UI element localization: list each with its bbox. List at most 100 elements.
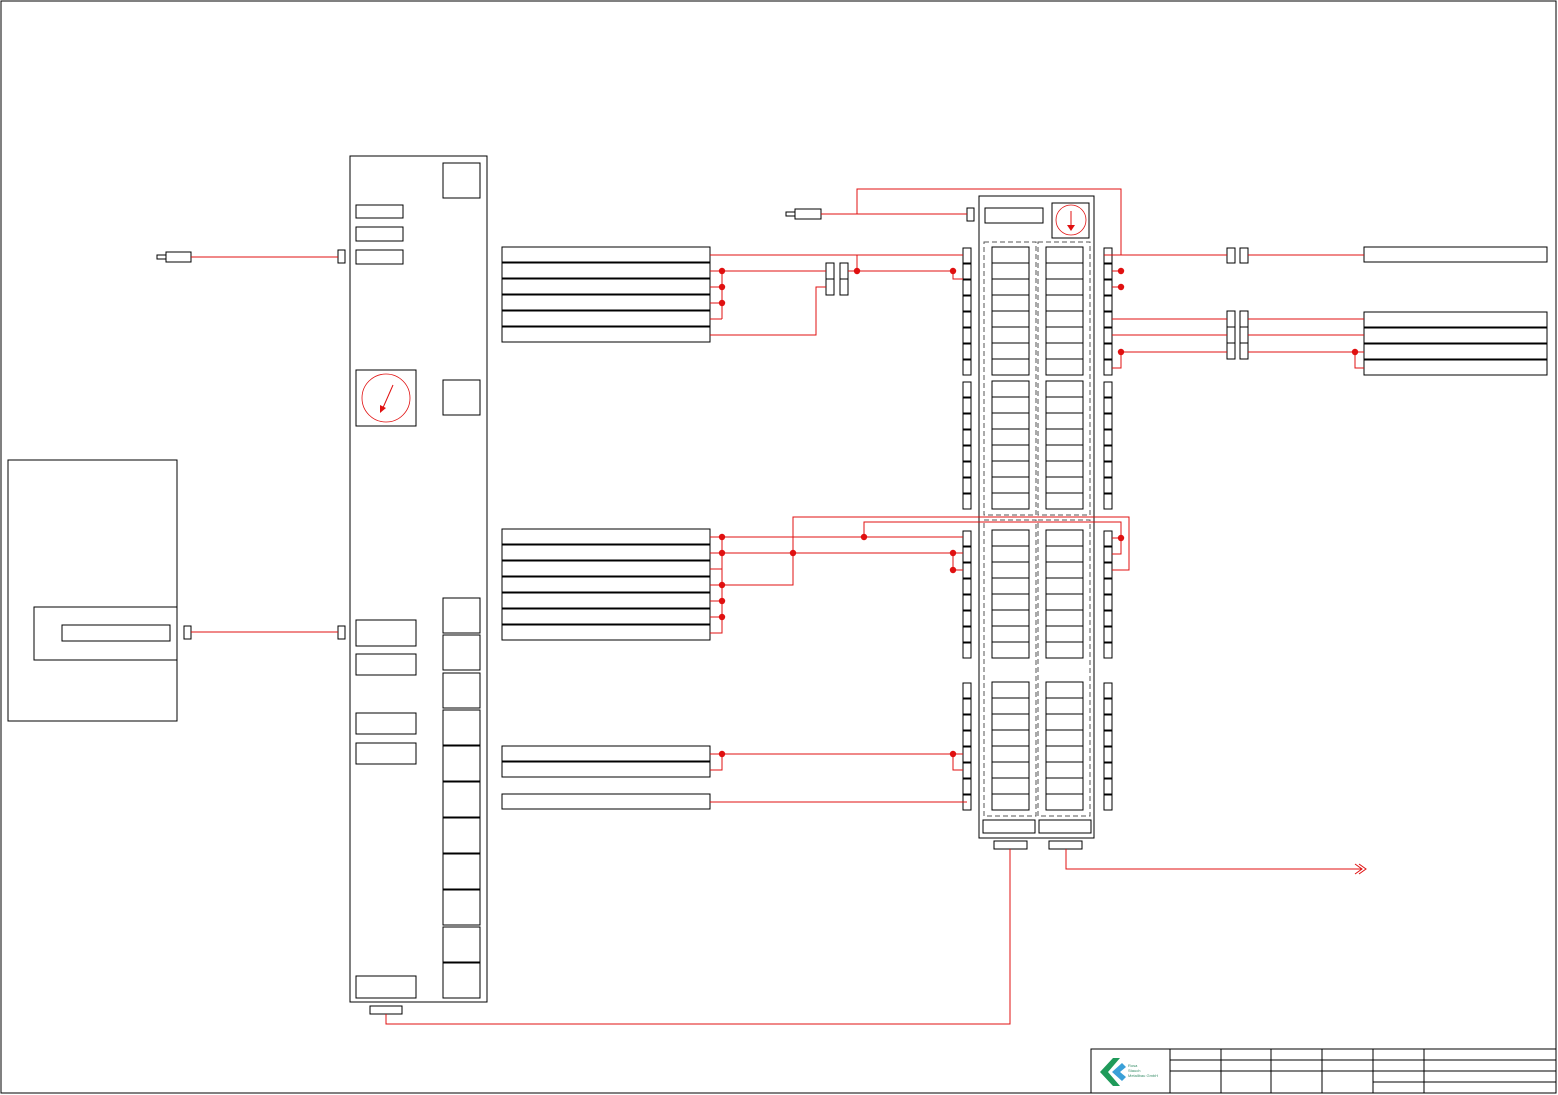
terminal-block [1103,381,1113,398]
module-cell [1045,577,1084,595]
terminal-block [962,397,972,414]
terminal-block [962,562,972,579]
terminal-block [1103,562,1113,579]
terminal-block [962,461,972,478]
wiring [191,188,1364,1025]
module-cell [1045,681,1084,699]
module-cell [1045,609,1084,627]
terminal-block [1103,477,1113,494]
terminal-block [962,493,972,510]
title-block [1090,1048,1557,1094]
terminal-block [962,546,972,563]
module-cell [1045,310,1084,328]
module-cell [1045,545,1084,563]
terminal-block [962,530,972,547]
module-cell [991,593,1030,611]
module-cell [1045,380,1084,398]
terminal-block [962,263,972,280]
module-cell [1045,262,1084,280]
terminal-block [1103,311,1113,328]
terminal-block [1103,762,1113,779]
module-cell [1045,246,1084,264]
module-cell [991,278,1030,296]
terminal-block [962,343,972,360]
left-device [7,459,192,722]
terminal-block [962,413,972,430]
logo-text: Rosa Stauch Metallbau GmbH [1128,1063,1158,1078]
terminal-block [962,477,972,494]
module-cell [1045,777,1084,795]
fuse-blocks-middle [825,262,849,296]
module-cell [991,697,1030,715]
module-cell [1045,697,1084,715]
terminal-block [1103,413,1113,430]
terminal-block [1103,493,1113,510]
module-cell [991,609,1030,627]
gauge-left-icon [361,373,411,423]
module-cell [1045,278,1084,296]
terminal-block [1103,327,1113,344]
terminal-block [962,311,972,328]
terminal-block [962,247,972,264]
fuse-blocks-right [1226,247,1249,360]
terminal-block [962,698,972,715]
terminal-block [962,682,972,699]
module-cell [1045,476,1084,494]
module-cell [991,545,1030,563]
module-cell [1045,761,1084,779]
plug-left-icon [156,251,192,263]
logo-line-3: Metallbau GmbH [1128,1073,1159,1078]
module-cell [991,246,1030,264]
terminal-block [962,359,972,376]
module-cell [991,326,1030,344]
module-cell [991,460,1030,478]
module-cell [991,641,1030,659]
module-cell [1045,342,1084,360]
module-cell [1045,593,1084,611]
controller-panel [337,155,488,1015]
terminal-block [1103,263,1113,280]
terminal-block [1103,746,1113,763]
terminal-block [962,746,972,763]
module-cell [1045,428,1084,446]
terminal-block [962,778,972,795]
module-cell [991,262,1030,280]
terminal-block [1103,461,1113,478]
terminal-block [962,327,972,344]
module-cell [1045,294,1084,312]
terminal-block [962,279,972,296]
terminal-block [1103,397,1113,414]
terminal-block [962,594,972,611]
module-cell [1045,444,1084,462]
terminal-block [1103,546,1113,563]
terminal-block [962,714,972,731]
terminal-block [962,429,972,446]
terminal-block [1103,626,1113,643]
module-cell [991,428,1030,446]
terminal-block [962,295,972,312]
terminal-block [962,626,972,643]
terminal-block [1103,343,1113,360]
terminal-block [1103,682,1113,699]
module-cell [991,476,1030,494]
module-cell [991,492,1030,510]
terminal-block [962,762,972,779]
terminal-block [1103,279,1113,296]
module-cell [991,761,1030,779]
module-cell [991,561,1030,579]
terminal-strip-right [1363,246,1548,376]
terminal-block [962,381,972,398]
module-cell [991,625,1030,643]
module-cell [1045,641,1084,659]
module-cell [1045,326,1084,344]
terminal-block [962,610,972,627]
module-cell [991,396,1030,414]
sheet-border [0,0,1557,1094]
module-cell [1045,729,1084,747]
module-cell [1045,713,1084,731]
terminal-block [1103,730,1113,747]
module-cell [1045,460,1084,478]
wiring-schematic [0,0,1557,1094]
module-cell [991,444,1030,462]
terminal-strip-b [501,528,711,641]
